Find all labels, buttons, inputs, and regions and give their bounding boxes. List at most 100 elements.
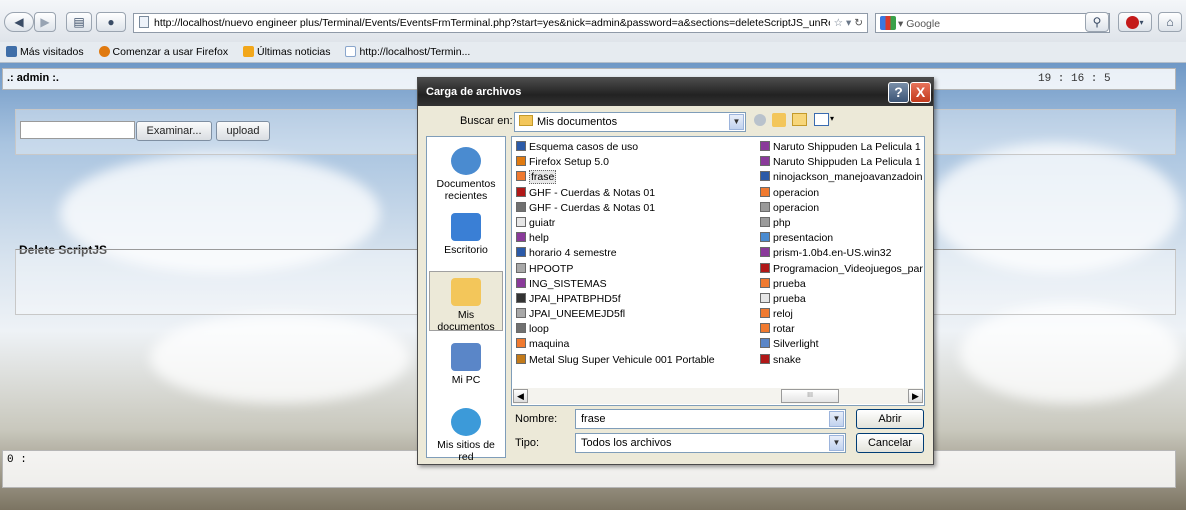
- scroll-thumb[interactable]: III: [781, 389, 839, 403]
- image-icon: [760, 323, 770, 334]
- dropdown-icon[interactable]: ▾: [846, 17, 851, 29]
- file-item[interactable]: reloj: [759, 307, 923, 322]
- place-desktop[interactable]: Escritorio: [429, 207, 503, 257]
- file-item[interactable]: GHF - Cuerdas & Notas 01: [515, 201, 715, 216]
- place-network[interactable]: Mis sitios de red: [429, 402, 503, 463]
- back-folder-icon[interactable]: [754, 114, 766, 126]
- google-icon[interactable]: [880, 16, 896, 30]
- file-name: Silverlight: [773, 338, 819, 351]
- address-bar[interactable]: http://localhost/nuevo engineer plus/Ter…: [133, 13, 868, 33]
- filetype-select[interactable]: Todos los archivos ▼: [575, 433, 846, 453]
- file-list[interactable]: Esquema casos de uso Firefox Setup 5.0 fra…: [511, 136, 925, 406]
- file-name: Programacion_Videojuegos_par: [773, 262, 923, 275]
- page-icon: ▤: [73, 15, 85, 29]
- filename-input[interactable]: frase ▼: [575, 409, 846, 429]
- history-button[interactable]: ●: [96, 12, 126, 32]
- file-name: operacion: [773, 186, 820, 199]
- file-item[interactable]: php: [759, 216, 923, 231]
- search-go-button[interactable]: ⚲: [1085, 12, 1109, 32]
- pdf-icon: [760, 353, 770, 364]
- file-name: operacion: [773, 201, 820, 214]
- search-dropdown-icon[interactable]: ▾: [898, 18, 903, 30]
- cancel-button[interactable]: Cancelar: [856, 433, 924, 453]
- bookmark-news[interactable]: Últimas noticias: [237, 46, 331, 58]
- home-button[interactable]: ▤: [66, 12, 92, 32]
- help-button[interactable]: ?: [888, 82, 909, 103]
- file-item[interactable]: Esquema casos de uso: [515, 140, 715, 155]
- new-folder-icon[interactable]: [792, 113, 807, 126]
- place-my-documents[interactable]: Mis documentos: [429, 271, 503, 333]
- word-doc-icon: [516, 141, 526, 151]
- file-item[interactable]: help: [515, 231, 715, 246]
- word-doc-icon: [516, 247, 526, 258]
- installer-icon: [516, 156, 526, 167]
- file-item[interactable]: operacion: [759, 186, 923, 201]
- file-item[interactable]: frase: [515, 170, 715, 185]
- image-icon: [516, 171, 526, 182]
- reload-icon[interactable]: ↻: [854, 17, 863, 29]
- forward-button[interactable]: ▶: [34, 12, 56, 32]
- file-item[interactable]: Naruto Shippuden La Pelicula 1: [759, 155, 923, 170]
- folder-icon: [519, 115, 533, 126]
- home-page-button[interactable]: ⌂: [1158, 12, 1182, 32]
- file-item[interactable]: horario 4 semestre: [515, 246, 715, 261]
- user-label: .: admin :.: [7, 72, 59, 84]
- chevron-down-icon[interactable]: ▼: [829, 411, 844, 427]
- file-item[interactable]: snake: [759, 353, 923, 368]
- chevron-down-icon[interactable]: ▼: [829, 435, 844, 451]
- scroll-left-button[interactable]: ◀: [513, 389, 528, 403]
- file-item[interactable]: JPAI_UNEEMEJD5fl: [515, 307, 715, 322]
- back-button[interactable]: ◀: [4, 12, 34, 32]
- file-item[interactable]: JPAI_HPATBPHD5f: [515, 292, 715, 307]
- bookmark-most-visited[interactable]: Más visitados: [0, 46, 84, 58]
- place-my-computer[interactable]: Mi PC: [429, 337, 503, 392]
- file-item[interactable]: prueba: [759, 292, 923, 307]
- file-item[interactable]: Programacion_Videojuegos_par: [759, 262, 923, 277]
- file-item[interactable]: maquina: [515, 337, 715, 352]
- file-item[interactable]: Silverlight: [759, 337, 923, 352]
- file-item[interactable]: guiatr: [515, 216, 715, 231]
- file-name: ninojackson_manejoavanzadoin: [773, 171, 923, 184]
- file-item[interactable]: Firefox Setup 5.0: [515, 155, 715, 170]
- history-icon: ●: [107, 15, 115, 29]
- file-path-input[interactable]: [20, 121, 135, 139]
- desktop-icon: [451, 213, 481, 241]
- file-item[interactable]: ING_SISTEMAS: [515, 277, 715, 292]
- file-item[interactable]: presentacion: [759, 231, 923, 246]
- filetype-value: Todos los archivos: [581, 437, 672, 449]
- file-item[interactable]: prism-1.0b4.en-US.win32: [759, 246, 923, 261]
- file-item[interactable]: ninojackson_manejoavanzadoin: [759, 170, 923, 185]
- search-bar[interactable]: ▾ Google: [875, 13, 1110, 33]
- place-recent-documents[interactable]: Documentos recientes: [429, 141, 503, 202]
- browse-button[interactable]: Examinar...: [136, 121, 212, 141]
- file-name: Metal Slug Super Vehicule 001 Portable: [529, 353, 715, 366]
- file-item[interactable]: HPOOTP: [515, 262, 715, 277]
- look-in-select[interactable]: Mis documentos ▼: [514, 112, 746, 132]
- file-item[interactable]: rotar: [759, 322, 923, 337]
- view-menu-icon[interactable]: [814, 113, 829, 126]
- bookmark-getting-started[interactable]: Comenzar a usar Firefox: [93, 46, 228, 58]
- file-item[interactable]: prueba: [759, 277, 923, 292]
- dialog-title-bar[interactable]: Carga de archivos ? X: [418, 78, 933, 106]
- file-name: loop: [529, 323, 549, 336]
- file-item[interactable]: Metal Slug Super Vehicule 001 Portable: [515, 353, 715, 368]
- adblock-button[interactable]: ▾: [1118, 12, 1152, 32]
- view-dropdown-icon[interactable]: ▾: [830, 114, 834, 123]
- archive-icon: [760, 156, 770, 167]
- file-name: GHF - Cuerdas & Notas 01: [529, 186, 656, 199]
- upload-button[interactable]: upload: [216, 121, 270, 141]
- file-item[interactable]: GHF - Cuerdas & Notas 01: [515, 186, 715, 201]
- file-item[interactable]: operacion: [759, 201, 923, 216]
- image-icon: [760, 308, 770, 319]
- bookmark-localhost[interactable]: http://localhost/Termin...: [339, 46, 470, 58]
- scroll-right-button[interactable]: ▶: [908, 389, 923, 403]
- file-name: prism-1.0b4.en-US.win32: [773, 247, 892, 260]
- horizontal-scrollbar[interactable]: ◀ III ▶: [513, 388, 923, 404]
- open-button[interactable]: Abrir: [856, 409, 924, 429]
- close-button[interactable]: X: [910, 82, 931, 103]
- star-icon[interactable]: ☆: [834, 17, 843, 29]
- file-item[interactable]: loop: [515, 322, 715, 337]
- up-folder-icon[interactable]: [772, 113, 786, 127]
- file-item[interactable]: Naruto Shippuden La Pelicula 1: [759, 140, 923, 155]
- file-name: reloj: [773, 308, 793, 321]
